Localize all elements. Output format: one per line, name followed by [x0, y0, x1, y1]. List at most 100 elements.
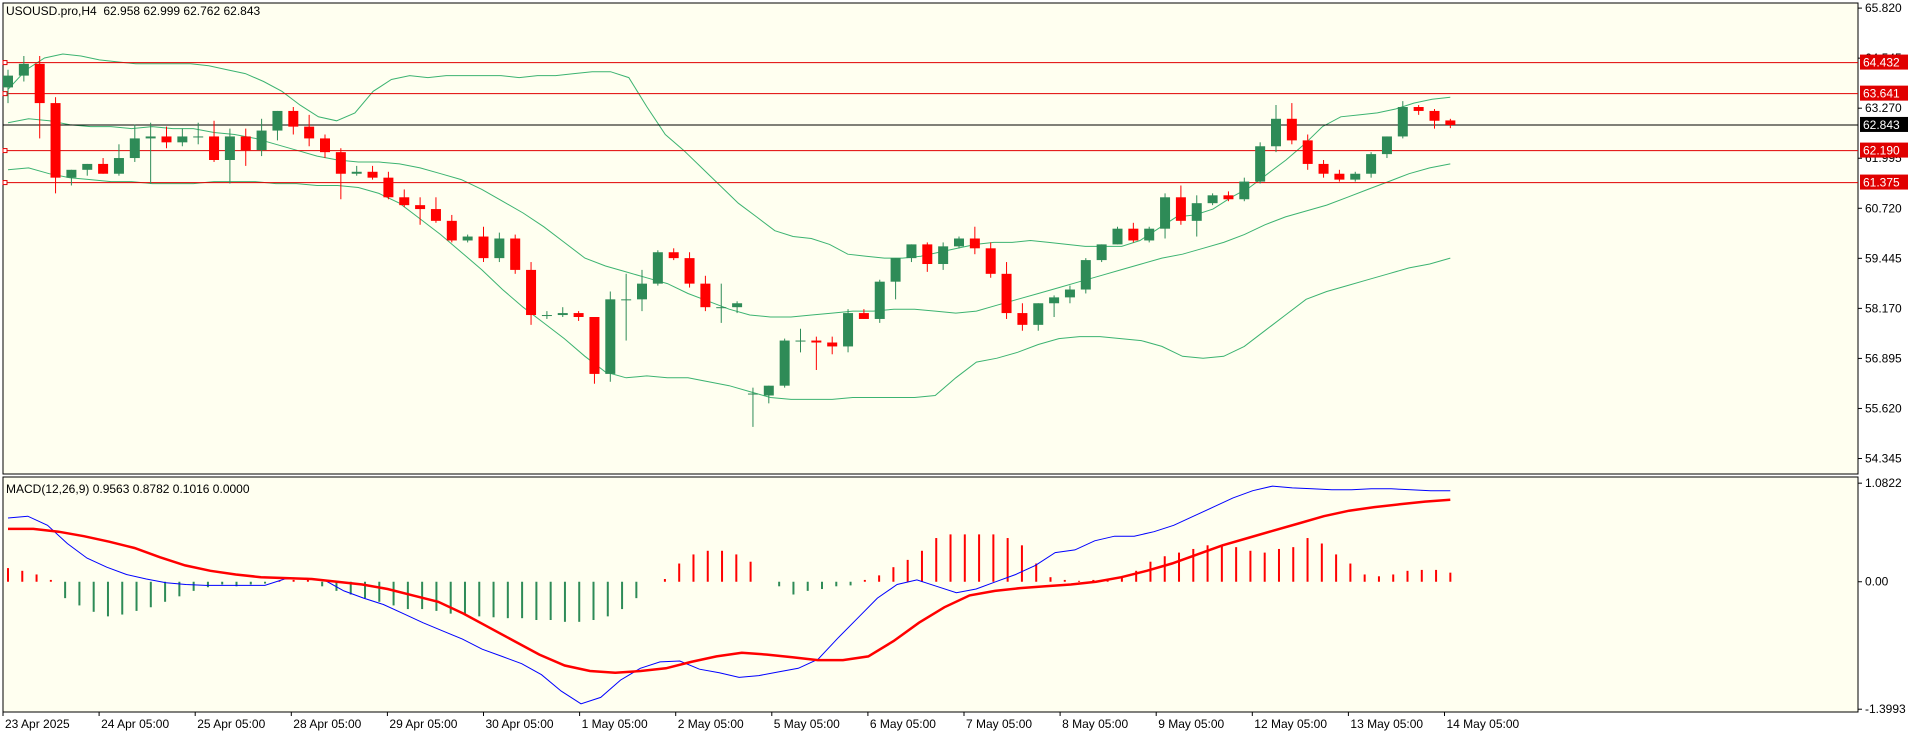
candle-body	[240, 136, 251, 151]
candle-body	[1429, 110, 1440, 121]
candle-body	[938, 246, 949, 265]
candle-body	[1112, 228, 1123, 245]
candle-body	[700, 283, 711, 308]
candle-body	[320, 138, 330, 153]
x-tick-label: 24 Apr 05:00	[101, 717, 169, 731]
candle	[605, 291, 616, 382]
candle-body	[1334, 173, 1345, 180]
candle	[779, 338, 790, 388]
level-anchor	[2, 60, 8, 66]
x-tick-label: 7 May 05:00	[966, 717, 1032, 731]
candle-body	[747, 393, 758, 395]
candle-body	[1017, 313, 1028, 325]
candle-body	[1255, 146, 1266, 182]
level-price-label: 63.641	[1863, 87, 1900, 101]
candle-body	[557, 313, 568, 316]
candle-body	[18, 63, 29, 76]
x-tick-label: 13 May 05:00	[1350, 717, 1423, 731]
candle-body	[1413, 107, 1424, 111]
candle-body	[954, 238, 964, 247]
candle-body	[1080, 260, 1091, 290]
candle-body	[193, 136, 204, 138]
candle-body	[1381, 136, 1392, 155]
macd-y-tick-label: 1.0822	[1865, 476, 1902, 490]
candle-body	[367, 171, 378, 178]
y-tick-label: 63.270	[1865, 101, 1902, 115]
y-tick-label: 56.895	[1865, 351, 1902, 365]
candle-body	[1175, 197, 1186, 221]
candle-body	[1096, 244, 1107, 261]
candle-body	[985, 248, 996, 274]
candle-body	[652, 252, 663, 284]
macd-panel	[2, 476, 1859, 713]
level-price-label: 62.190	[1863, 144, 1900, 158]
candle-body	[1397, 107, 1408, 137]
y-tick-label: 54.345	[1865, 451, 1902, 465]
candle-body	[827, 342, 838, 347]
candle-body	[415, 205, 426, 210]
y-tick-label: 60.720	[1865, 201, 1902, 215]
candle-body	[621, 299, 632, 301]
macd-title: MACD(12,26,9) 0.9563 0.8782 0.1016 0.000…	[6, 482, 250, 496]
candle-body	[874, 281, 885, 319]
candle-body	[684, 258, 695, 284]
candle-body	[446, 220, 457, 241]
candle-body	[50, 103, 61, 178]
x-tick-label: 2 May 05:00	[678, 717, 744, 731]
candle-body	[66, 169, 77, 178]
candle-body	[969, 238, 980, 249]
candle-body	[1318, 163, 1329, 174]
x-tick-label: 28 Apr 05:00	[293, 717, 361, 731]
candle-body	[1286, 118, 1297, 141]
candle-body	[1064, 289, 1075, 298]
candle-body	[510, 238, 521, 270]
candle-body	[1001, 273, 1012, 314]
candle-body	[1445, 120, 1456, 125]
price-panel	[2, 2, 1859, 475]
candle	[1112, 226, 1123, 245]
candle-body	[1128, 228, 1139, 241]
level-anchor	[2, 148, 8, 154]
level-anchor	[2, 91, 8, 97]
candle-body	[399, 197, 410, 206]
candle-body	[209, 136, 220, 160]
x-tick-label: 29 Apr 05:00	[389, 717, 457, 731]
x-tick-label: 23 Apr 2025	[5, 717, 70, 731]
candle-body	[779, 340, 790, 386]
y-tick-label: 59.445	[1865, 251, 1902, 265]
candle-body	[177, 136, 188, 143]
candle-body	[272, 110, 283, 131]
candle-body	[430, 209, 441, 221]
candle-body	[1271, 118, 1281, 147]
x-tick-label: 1 May 05:00	[582, 717, 648, 731]
level-anchor	[2, 180, 8, 186]
candle-body	[1144, 228, 1155, 241]
candle-body	[605, 299, 616, 374]
x-tick-label: 14 May 05:00	[1447, 717, 1520, 731]
x-tick-label: 12 May 05:00	[1254, 717, 1327, 731]
x-tick-label: 5 May 05:00	[774, 717, 840, 731]
level-price-label: 64.432	[1863, 56, 1900, 70]
candle-body	[858, 313, 869, 319]
x-tick-label: 9 May 05:00	[1158, 717, 1224, 731]
candle-body	[351, 171, 362, 174]
candle-body	[494, 238, 505, 259]
candle-body	[843, 313, 854, 347]
candle-body	[890, 258, 901, 282]
candle-body	[573, 313, 584, 317]
candle-body	[763, 385, 774, 396]
y-tick-label: 58.170	[1865, 301, 1902, 315]
candle	[589, 317, 600, 384]
y-tick-label: 55.620	[1865, 401, 1902, 415]
candle-body	[304, 126, 315, 139]
candle-body	[637, 283, 647, 300]
y-tick-label: 65.820	[1865, 1, 1902, 15]
candle	[1096, 244, 1107, 263]
x-tick-label: 6 May 05:00	[870, 717, 936, 731]
candle-body	[3, 75, 13, 88]
candle-body	[82, 163, 93, 170]
candle-body	[1366, 154, 1377, 174]
candle-body	[34, 63, 45, 104]
chart-area[interactable]: 65.82064.54563.27061.99560.72059.44558.1…	[0, 0, 1916, 737]
current-price-label: 62.843	[1863, 118, 1900, 132]
